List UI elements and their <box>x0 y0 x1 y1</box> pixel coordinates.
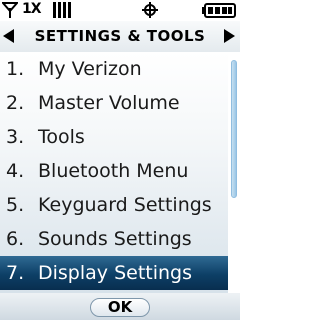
menu-item-label: Keyguard Settings <box>38 194 212 216</box>
menu-item-master-volume[interactable]: 2. Master Volume <box>0 86 228 120</box>
arrow-left-icon[interactable] <box>3 29 14 43</box>
menu-item-number: 1. <box>6 58 25 80</box>
signal-strength-icon <box>53 2 71 18</box>
menu-item-number: 4. <box>6 160 25 182</box>
menu-item-label: Display Settings <box>38 262 193 284</box>
menu-item-number: 3. <box>6 126 25 148</box>
menu-item-tools[interactable]: 3. Tools <box>0 120 228 154</box>
menu-item-number: 7. <box>6 262 25 284</box>
ok-button[interactable]: OK <box>90 298 150 317</box>
menu-item-keyguard[interactable]: 5. Keyguard Settings <box>0 188 228 222</box>
settings-menu-list: 1. My Verizon 2. Master Volume 3. Tools … <box>0 52 228 293</box>
title-bar: SETTINGS & TOOLS <box>0 21 240 52</box>
menu-item-label: Master Volume <box>38 92 180 114</box>
menu-item-label: Sounds Settings <box>38 228 192 250</box>
menu-item-my-verizon[interactable]: 1. My Verizon <box>0 52 228 86</box>
menu-item-label: Bluetooth Menu <box>38 160 189 182</box>
arrow-right-icon[interactable] <box>224 29 235 43</box>
menu-item-number: 5. <box>6 194 25 216</box>
menu-item-bluetooth[interactable]: 4. Bluetooth Menu <box>0 154 228 188</box>
battery-full-icon <box>202 3 236 18</box>
scrollbar-thumb[interactable] <box>231 60 237 198</box>
menu-item-number: 6. <box>6 228 25 250</box>
gps-location-icon <box>142 2 158 18</box>
status-bar: 1X <box>0 0 240 21</box>
menu-item-label: Tools <box>38 126 85 148</box>
menu-item-number: 2. <box>6 92 25 114</box>
antenna-icon <box>2 2 18 18</box>
page-title: SETTINGS & TOOLS <box>34 27 206 45</box>
network-indicator: 1X <box>22 1 42 17</box>
menu-item-sounds[interactable]: 6. Sounds Settings <box>0 222 228 256</box>
menu-item-label: My Verizon <box>38 58 142 80</box>
menu-item-display[interactable]: 7. Display Settings <box>0 256 228 290</box>
